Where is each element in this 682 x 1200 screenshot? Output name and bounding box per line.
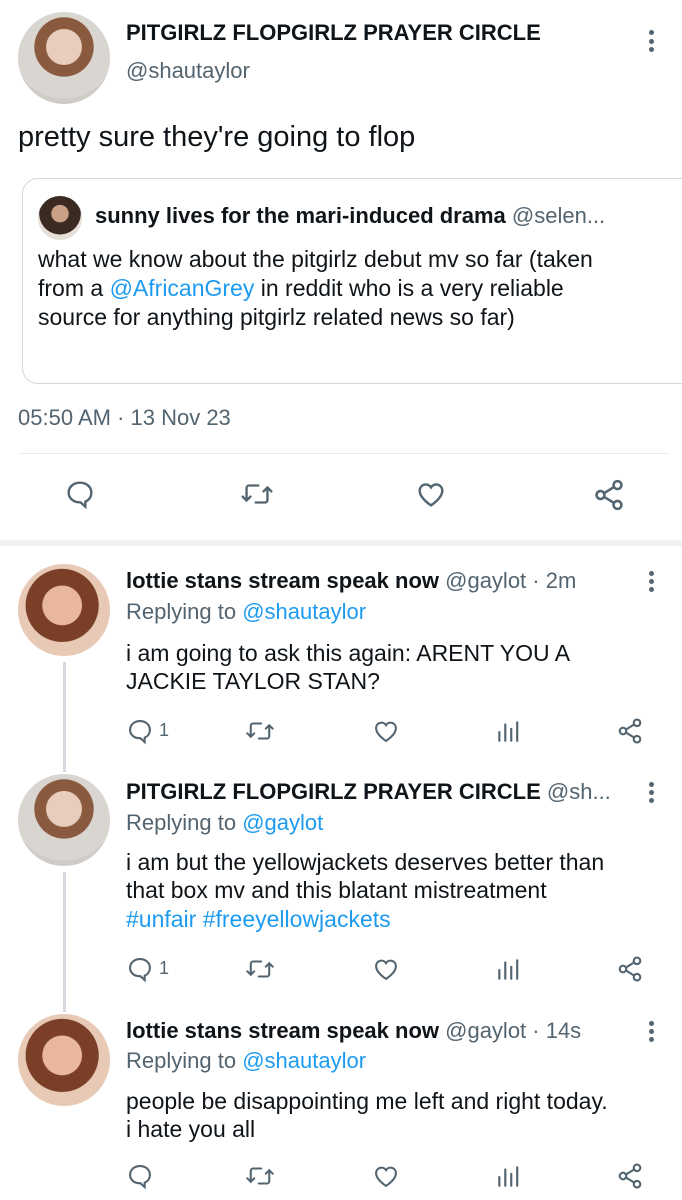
author-name[interactable]: PITGIRLZ FLOPGIRLZ PRAYER CIRCLE [126,779,541,804]
section-gap [0,540,682,546]
tweet-text: pretty sure they're going to flop [18,121,416,153]
timestamp[interactable]: 05:50 AM · 13 Nov 23 [18,405,231,431]
author-handle[interactable]: @shautaylor [126,58,250,84]
more-icon[interactable] [648,782,654,803]
reply-icon[interactable] [64,478,96,510]
quoted-author-handle: @selen... [511,203,606,228]
replying-to-link[interactable]: @shautaylor [242,1048,366,1073]
replying-to-link[interactable]: @gaylot [242,810,323,835]
more-icon[interactable] [648,30,654,52]
reply-text: i am but the yellowjackets deserves bett… [126,849,605,875]
reply-header: PITGIRLZ FLOPGIRLZ PRAYER CIRCLE @sh... [126,779,611,805]
retweet-icon[interactable] [245,717,275,745]
share-icon[interactable] [616,716,644,746]
author-handle[interactable]: @gaylot · 14s [445,1018,581,1043]
retweet-icon[interactable] [245,1162,275,1190]
reply-count: 1 [159,958,170,978]
divider [18,453,670,454]
avatar[interactable] [18,564,110,656]
avatar[interactable] [18,774,110,866]
heart-icon[interactable] [371,717,401,745]
share-icon[interactable] [616,1161,644,1191]
heart-icon[interactable] [371,1162,401,1190]
replying-to: Replying to @shautaylor [126,599,366,625]
avatar [38,196,82,240]
heart-icon[interactable] [414,478,448,510]
reply-header: lottie stans stream speak now @gaylot · … [126,568,576,594]
reply-header: lottie stans stream speak now @gaylot · … [126,1018,581,1044]
more-icon[interactable] [648,1021,654,1042]
heart-icon[interactable] [371,955,401,983]
replying-label: Replying to [126,1048,237,1073]
analytics-icon[interactable] [495,717,521,745]
avatar[interactable] [18,12,110,104]
reply-text: i am going to ask this again: ARENT YOU … [126,640,571,666]
reply-text: people be disappointing me left and righ… [126,1088,608,1114]
reply-text: JACKIE TAYLOR STAN? [126,668,380,694]
analytics-icon[interactable] [495,955,521,983]
retweet-icon[interactable] [245,955,275,983]
author-handle[interactable]: @sh... [547,779,611,804]
author-name[interactable]: PITGIRLZ FLOPGIRLZ PRAYER CIRCLE [126,20,541,46]
reply-count: 1 [159,720,170,740]
quoted-author-name: sunny lives for the mari-induced drama [95,203,506,228]
reply-icon[interactable] [126,717,154,745]
author-name[interactable]: lottie stans stream speak now [126,1018,439,1043]
replying-label: Replying to [126,599,237,624]
replying-to-link[interactable]: @shautaylor [242,599,366,624]
replying-to: Replying to @gaylot [126,810,323,836]
quoted-text: what we know about the pitgirlz debut mv… [38,245,638,332]
thread-line [63,662,66,772]
reply-icon[interactable] [126,1162,154,1190]
thread-line [63,872,66,1012]
more-icon[interactable] [648,571,654,592]
avatar[interactable] [18,1014,110,1106]
quoted-header: sunny lives for the mari-induced drama @… [95,203,605,229]
reply-text: that box mv and this blatant mistreatmen… [126,877,547,903]
reply-text: i hate you all [126,1116,256,1142]
mention-link[interactable]: @AfricanGrey [110,275,255,301]
quoted-tweet[interactable]: sunny lives for the mari-induced drama @… [22,178,682,384]
reply-icon[interactable] [126,955,154,983]
analytics-icon[interactable] [495,1162,521,1190]
share-icon[interactable] [616,954,644,984]
replying-to: Replying to @shautaylor [126,1048,366,1074]
author-name[interactable]: lottie stans stream speak now [126,568,439,593]
share-icon[interactable] [592,478,626,512]
hashtag-links[interactable]: #unfair #freeyellowjackets [126,906,391,933]
author-handle[interactable]: @gaylot · 2m [445,568,576,593]
replying-label: Replying to [126,810,237,835]
retweet-icon[interactable] [240,478,274,510]
